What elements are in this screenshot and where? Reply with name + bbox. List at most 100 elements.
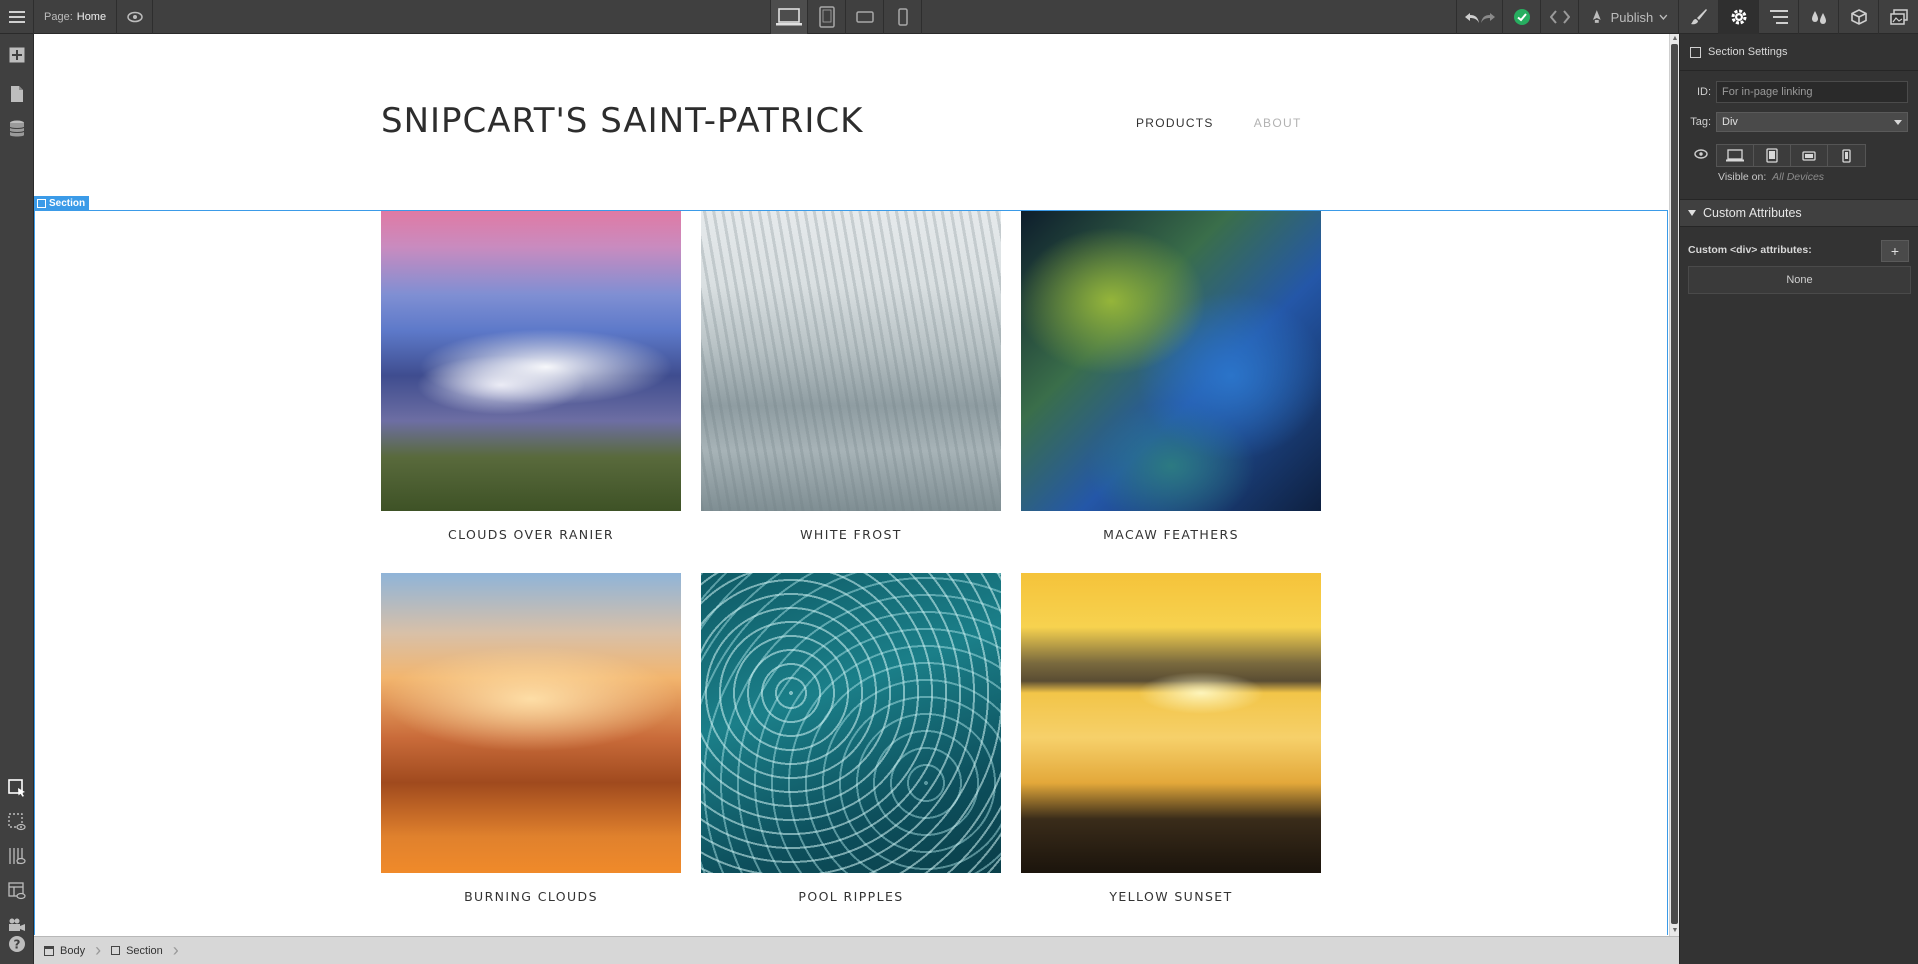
site-nav: PRODUCTS ABOUT [1136,116,1302,130]
mobile-portrait-view-button[interactable] [884,0,922,34]
section-settings-header: Section Settings [1680,34,1918,71]
selected-element-badge[interactable]: Section [34,196,90,210]
breadcrumb-section[interactable]: Section [101,937,173,964]
code-export-button[interactable] [1540,0,1578,34]
product-card[interactable]: YELLOW SUNSET [1021,573,1321,904]
select-tool-button[interactable] [0,771,34,805]
selected-element-label: Section [49,197,86,209]
visible-tablet-toggle[interactable] [1754,145,1791,166]
product-image[interactable] [701,211,1001,511]
product-caption[interactable]: POOL RIPPLES [701,889,1001,904]
product-card[interactable]: MACAW FEATHERS [1021,211,1321,542]
custom-div-attributes-label: Custom <div> attributes: [1688,244,1812,256]
undo-icon[interactable] [1464,10,1480,24]
redo-icon[interactable] [1480,10,1496,24]
swatches-panel-tab[interactable] [1798,0,1838,34]
tablet-view-button[interactable] [808,0,846,34]
xray-mode-button[interactable] [0,874,34,908]
mobile-landscape-view-button[interactable] [846,0,884,34]
section-box-icon [1690,46,1701,58]
product-image[interactable] [1021,211,1321,511]
product-image[interactable] [381,573,681,873]
grid-columns-icon [9,848,26,865]
section-settings-title: Section Settings [1708,46,1788,58]
desktop-view-button[interactable] [770,0,808,34]
section-box-icon [111,946,121,955]
custom-attributes-title: Custom Attributes [1703,206,1802,220]
breadcrumb-section-label: Section [126,944,163,957]
style-panel-tab[interactable] [1678,0,1718,34]
cube-icon [1850,9,1867,25]
canvas-scrollbar[interactable]: ▲ ▼ [1669,34,1679,936]
visible-landscape-toggle[interactable] [1791,145,1828,166]
navigator-list-icon [1769,10,1788,24]
settings-panel-tab[interactable] [1718,0,1758,34]
plus-icon: + [1890,243,1900,259]
product-caption[interactable]: WHITE FROST [701,527,1001,542]
site-title[interactable]: SNIPCART'S SAINT-PATRICK [381,101,863,141]
phone-landscape-icon [1802,150,1816,161]
product-image[interactable] [1021,573,1321,873]
symbols-panel-tab[interactable] [1838,0,1878,34]
desktop-icon [1726,149,1744,162]
id-input[interactable]: For in-page linking [1716,81,1908,103]
breadcrumb-body-label: Body [60,944,86,957]
custom-attributes-header[interactable]: Custom Attributes [1680,199,1918,227]
attributes-empty-state: None [1688,266,1911,294]
dashed-box-eye-icon [8,813,26,831]
product-image[interactable] [381,211,681,511]
publish-button[interactable]: Publish [1578,0,1678,34]
hamburger-menu-button[interactable] [0,0,34,34]
eye-icon [126,11,143,22]
select-cursor-icon [8,779,25,797]
check-circle-icon [1513,9,1530,25]
tag-label: Tag: [1690,116,1711,128]
product-caption[interactable]: YELLOW SUNSET [1021,889,1321,904]
product-image[interactable] [701,573,1001,873]
product-caption[interactable]: MACAW FEATHERS [1021,527,1321,542]
top-toolbar: Page: Home Publish [0,0,1918,34]
grid-overlay-button[interactable] [0,839,34,873]
design-canvas[interactable]: SNIPCART'S SAINT-PATRICK PRODUCTS ABOUT … [34,34,1669,936]
assets-panel-tab[interactable] [1878,0,1918,34]
svg-text:?: ? [14,938,21,952]
pages-button[interactable] [0,77,34,111]
undo-redo-group [1456,0,1502,34]
product-caption[interactable]: CLOUDS OVER RANIER [381,527,681,542]
scrollbar-thumb[interactable] [1671,44,1678,924]
tag-row: Tag: Div [1680,112,1908,132]
visible-on-value: All Devices [1772,171,1825,183]
tag-select-value: Div [1722,116,1738,128]
visibility-eye [1680,149,1716,162]
show-hidden-elements-button[interactable] [0,805,34,839]
rocket-icon [1592,10,1601,23]
element-breadcrumb: Body › Section › [34,936,1679,964]
product-card[interactable]: BURNING CLOUDS [381,573,681,904]
chevron-down-icon [1659,14,1668,20]
nav-link-about[interactable]: ABOUT [1254,116,1302,130]
add-attribute-button[interactable]: + [1881,240,1909,262]
visible-desktop-toggle[interactable] [1717,145,1754,166]
phone-portrait-icon [897,8,908,26]
product-card[interactable]: CLOUDS OVER RANIER [381,211,681,542]
help-button[interactable]: ? [0,927,34,961]
status-indicator[interactable] [1502,0,1540,34]
visibility-row [1680,144,1866,167]
tag-select[interactable]: Div [1716,112,1908,132]
nav-link-products[interactable]: PRODUCTS [1136,116,1214,130]
product-card[interactable]: WHITE FROST [701,211,1001,542]
product-caption[interactable]: BURNING CLOUDS [381,889,681,904]
id-label: ID: [1696,86,1711,98]
database-icon [9,120,25,137]
add-element-button[interactable] [0,38,34,72]
cms-button[interactable] [0,112,34,146]
page-selector[interactable]: Page: Home [34,0,118,34]
preview-button[interactable] [117,0,154,34]
breadcrumb-body[interactable]: Body [34,937,95,964]
hamburger-icon [8,10,25,23]
tablet-icon [818,6,835,28]
visible-on-caption: Visible on: All Devices [1718,171,1824,183]
navigator-panel-tab[interactable] [1758,0,1798,34]
product-card[interactable]: POOL RIPPLES [701,573,1001,904]
visible-portrait-toggle[interactable] [1828,145,1865,166]
